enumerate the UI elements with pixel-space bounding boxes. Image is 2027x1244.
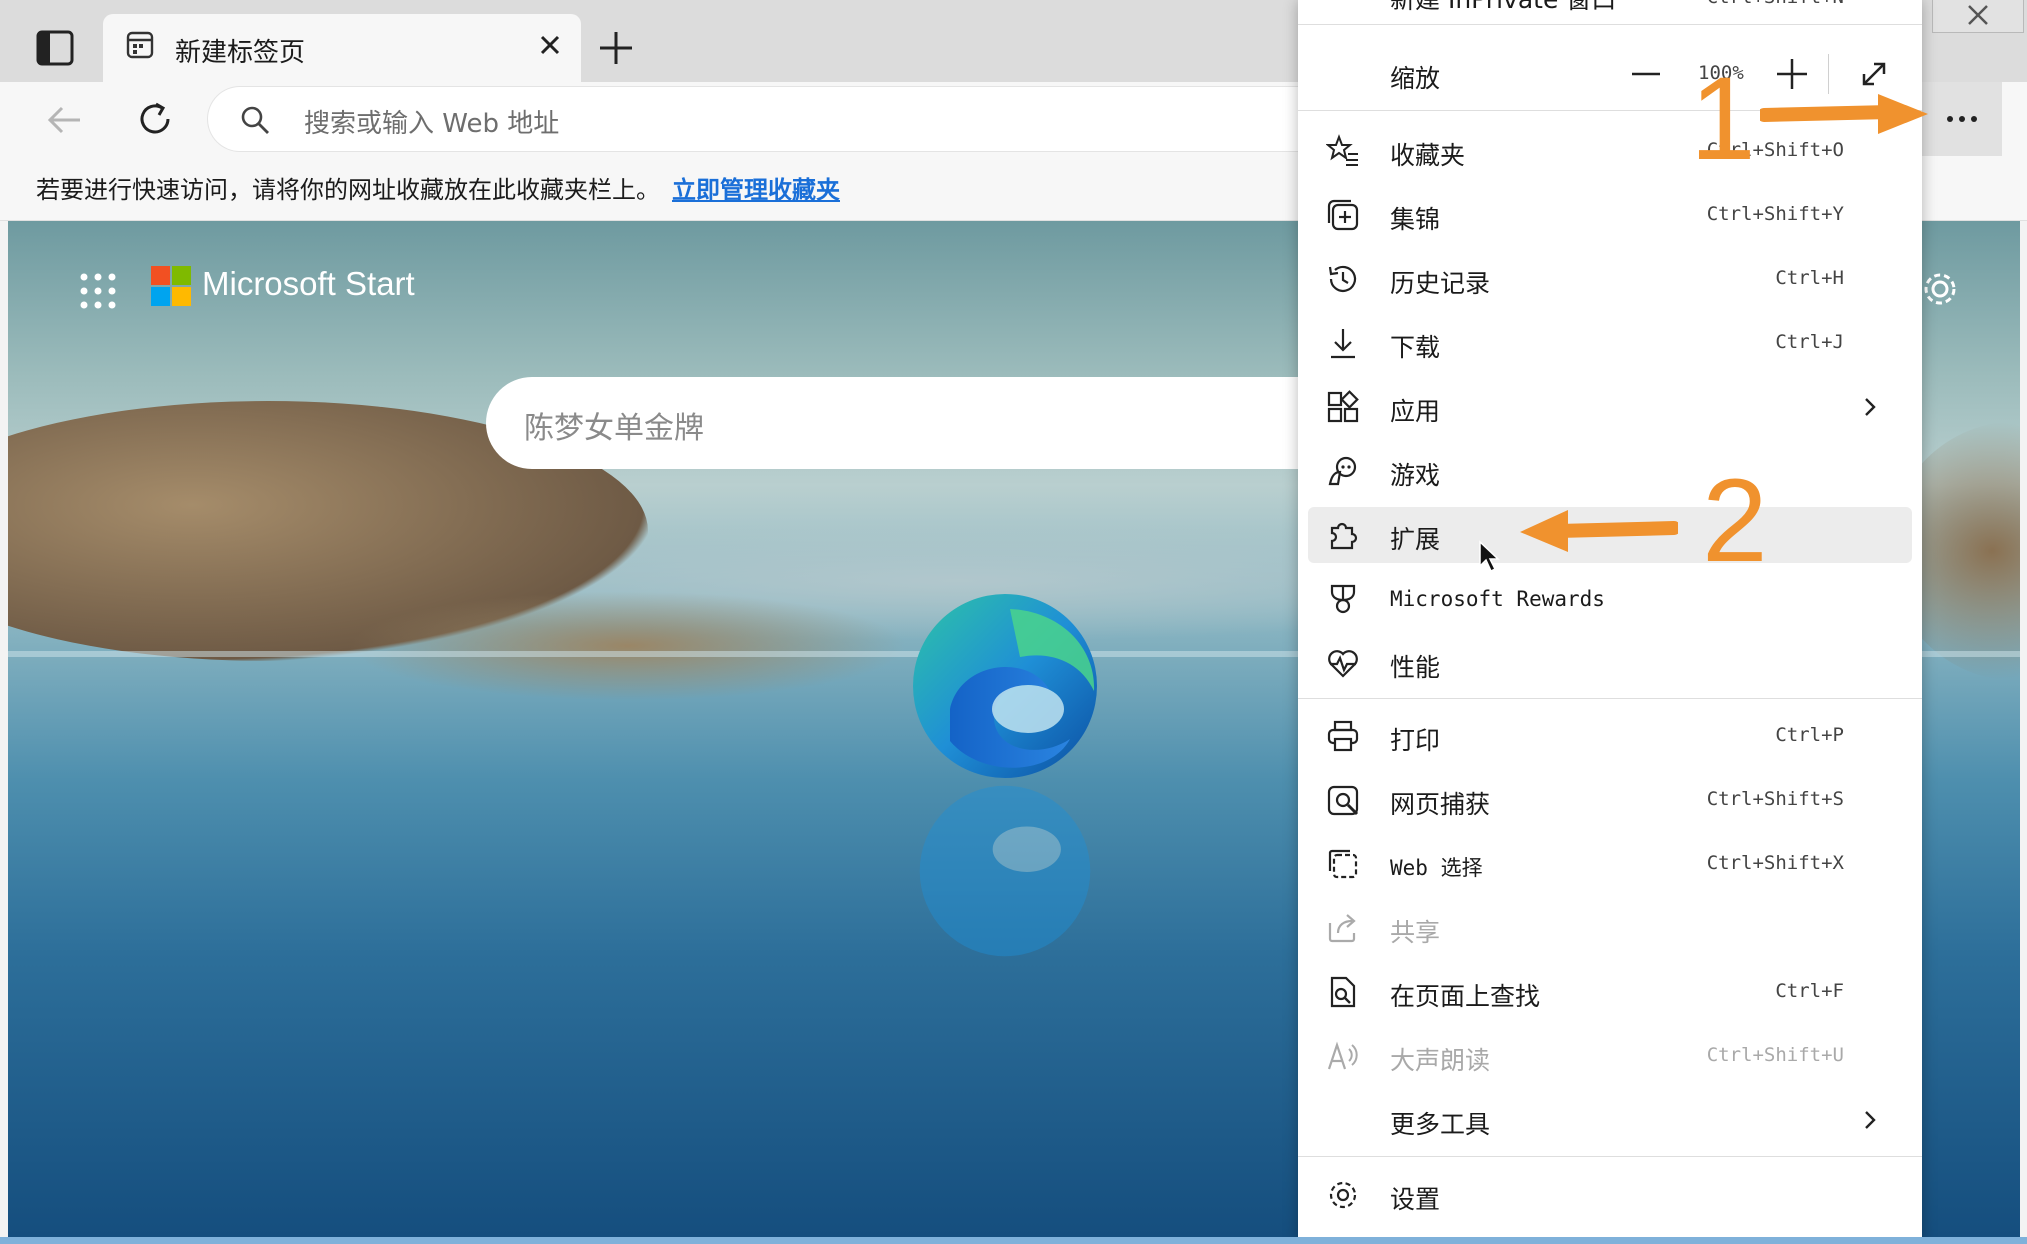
- manage-favorites-link[interactable]: 立即管理收藏夹: [672, 170, 840, 205]
- menu-item-shortcut: Ctrl+H: [1775, 267, 1844, 289]
- menu-item-shortcut: Ctrl+Shift+X: [1706, 852, 1844, 874]
- refresh-icon[interactable]: [132, 96, 178, 142]
- menu-item-print[interactable]: 打印 Ctrl+P: [1308, 708, 1912, 764]
- menu-item-label: 游戏: [1390, 461, 1441, 490]
- menu-divider: [1298, 1156, 1922, 1157]
- menu-item-performance[interactable]: 性能: [1308, 635, 1912, 691]
- menu-item-more-tools[interactable]: 更多工具: [1308, 1092, 1912, 1148]
- performance-icon: [1328, 650, 1358, 678]
- microsoft-start-brand[interactable]: Microsoft Start: [202, 265, 415, 303]
- menu-divider: [1298, 24, 1922, 25]
- menu-item-label: 设置: [1390, 1185, 1441, 1214]
- menu-item-collections[interactable]: 集锦 Ctrl+Shift+Y: [1308, 187, 1912, 243]
- menu-item-label: Microsoft Rewards: [1390, 587, 1605, 611]
- menu-item-shortcut: Ctrl+Shift+N: [1707, 0, 1844, 8]
- menu-item-read-aloud[interactable]: 大声朗读 Ctrl+Shift+U: [1308, 1028, 1912, 1084]
- menu-item-shortcut: Ctrl+J: [1775, 331, 1844, 353]
- page-settings-gear-icon[interactable]: [1920, 269, 1960, 309]
- menu-item-label: 性能: [1390, 653, 1441, 682]
- menu-item-shortcut: Ctrl+Shift+Y: [1706, 203, 1844, 225]
- annotation-arrow-left-icon: [1520, 510, 1678, 552]
- menu-item-shortcut: Ctrl+P: [1775, 724, 1844, 746]
- menu-divider: [1298, 698, 1922, 699]
- history-icon: [1328, 265, 1357, 292]
- menu-item-find-on-page[interactable]: 在页面上查找 Ctrl+F: [1308, 964, 1912, 1020]
- back-arrow-icon[interactable]: [42, 98, 86, 142]
- settings-and-more-button[interactable]: [1922, 82, 2002, 156]
- menu-item-shortcut: Ctrl+F: [1775, 980, 1844, 1002]
- menu-item-new-inprivate-window[interactable]: 新建 InPrivate 窗口 Ctrl+Shift+N: [1308, 0, 1912, 14]
- zoom-divider: [1828, 54, 1829, 94]
- games-icon: [1328, 456, 1357, 486]
- search-icon: [241, 106, 269, 134]
- close-tab-icon[interactable]: [533, 28, 567, 62]
- app-launcher-icon[interactable]: [76, 269, 120, 313]
- zoom-label: 缩放: [1390, 64, 1441, 93]
- menu-item-label: 应用: [1390, 397, 1441, 426]
- background-hill-middle: [348, 591, 908, 701]
- apps-icon: [1327, 390, 1359, 423]
- edge-logo-icon: [913, 594, 1097, 778]
- menu-item-shortcut: Ctrl+Shift+U: [1706, 1044, 1844, 1066]
- zoom-in-icon[interactable]: [1772, 54, 1812, 94]
- menu-item-apps[interactable]: 应用: [1308, 379, 1912, 435]
- new-tab-plus-icon[interactable]: [594, 26, 638, 70]
- menu-item-label: 下载: [1390, 333, 1441, 362]
- menu-item-label: 在页面上查找: [1390, 982, 1541, 1011]
- annotation-step-2: 2: [1702, 455, 1768, 587]
- sidebar-toggle-icon[interactable]: [34, 28, 76, 68]
- search-placeholder: 陈梦女单金牌: [524, 411, 704, 446]
- menu-item-label: 历史记录: [1390, 269, 1491, 298]
- web-select-icon: [1328, 849, 1358, 879]
- menu-item-label: 扩展: [1390, 525, 1441, 554]
- find-icon: [1330, 976, 1356, 1008]
- menu-item-web-capture[interactable]: 网页捕获 Ctrl+Shift+S: [1308, 772, 1912, 828]
- menu-item-label: 大声朗读: [1390, 1046, 1491, 1075]
- annotation-arrow-right-icon: [1760, 94, 1928, 134]
- menu-item-share[interactable]: 共享: [1308, 900, 1912, 956]
- extensions-icon: [1330, 522, 1358, 550]
- zoom-out-icon[interactable]: [1628, 56, 1664, 92]
- taskbar-edge: [0, 1237, 2027, 1244]
- collections-icon: [1327, 199, 1359, 231]
- tab-title: 新建标签页: [175, 38, 306, 68]
- fullscreen-icon[interactable]: [1856, 56, 1892, 92]
- rewards-icon: [1330, 584, 1356, 614]
- menu-item-label: 更多工具: [1390, 1110, 1491, 1139]
- window-close-icon[interactable]: [1932, 0, 2024, 33]
- menu-item-label: 打印: [1390, 726, 1441, 755]
- menu-item-label: 新建 InPrivate 窗口: [1390, 0, 1616, 16]
- web-capture-icon: [1327, 785, 1359, 816]
- star-list-icon: [1326, 134, 1358, 166]
- menu-item-web-select[interactable]: Web 选择 Ctrl+Shift+X: [1308, 836, 1912, 892]
- menu-item-label: 共享: [1390, 918, 1441, 947]
- settings-gear-icon: [1329, 1181, 1357, 1209]
- download-icon: [1331, 329, 1355, 359]
- menu-item-label: 收藏夹: [1390, 141, 1466, 170]
- menu-item-label: 集锦: [1390, 205, 1441, 234]
- address-placeholder: 搜索或输入 Web 地址: [304, 109, 560, 139]
- mouse-cursor-icon: [1479, 540, 1500, 573]
- menu-item-games[interactable]: 游戏: [1308, 443, 1912, 499]
- share-icon: [1328, 914, 1356, 943]
- favorites-hint: 若要进行快速访问，请将你的网址收藏放在此收藏夹栏上。: [36, 176, 660, 204]
- microsoft-logo-icon: [151, 266, 191, 306]
- new-tab-page-icon: [126, 31, 154, 59]
- chevron-right-icon: [1865, 1111, 1876, 1129]
- read-aloud-icon: [1327, 1041, 1358, 1070]
- print-icon: [1327, 720, 1359, 752]
- annotation-step-1: 1: [1690, 53, 1756, 185]
- menu-item-microsoft-rewards[interactable]: Microsoft Rewards: [1308, 571, 1912, 627]
- menu-item-label: 网页捕获: [1390, 790, 1491, 819]
- chevron-right-icon: [1865, 398, 1876, 416]
- settings-and-more-menu: 新建 InPrivate 窗口 Ctrl+Shift+N 缩放 100% 收藏夹…: [1298, 0, 1922, 1244]
- edge-logo-reflection: [919, 785, 1091, 957]
- menu-item-history[interactable]: 历史记录 Ctrl+H: [1308, 251, 1912, 307]
- menu-item-settings[interactable]: 设置: [1308, 1167, 1912, 1223]
- menu-item-label: Web 选择: [1390, 856, 1483, 880]
- menu-item-downloads[interactable]: 下载 Ctrl+J: [1308, 315, 1912, 371]
- menu-item-shortcut: Ctrl+Shift+S: [1706, 788, 1844, 810]
- tab-new-tab[interactable]: 新建标签页: [103, 14, 581, 84]
